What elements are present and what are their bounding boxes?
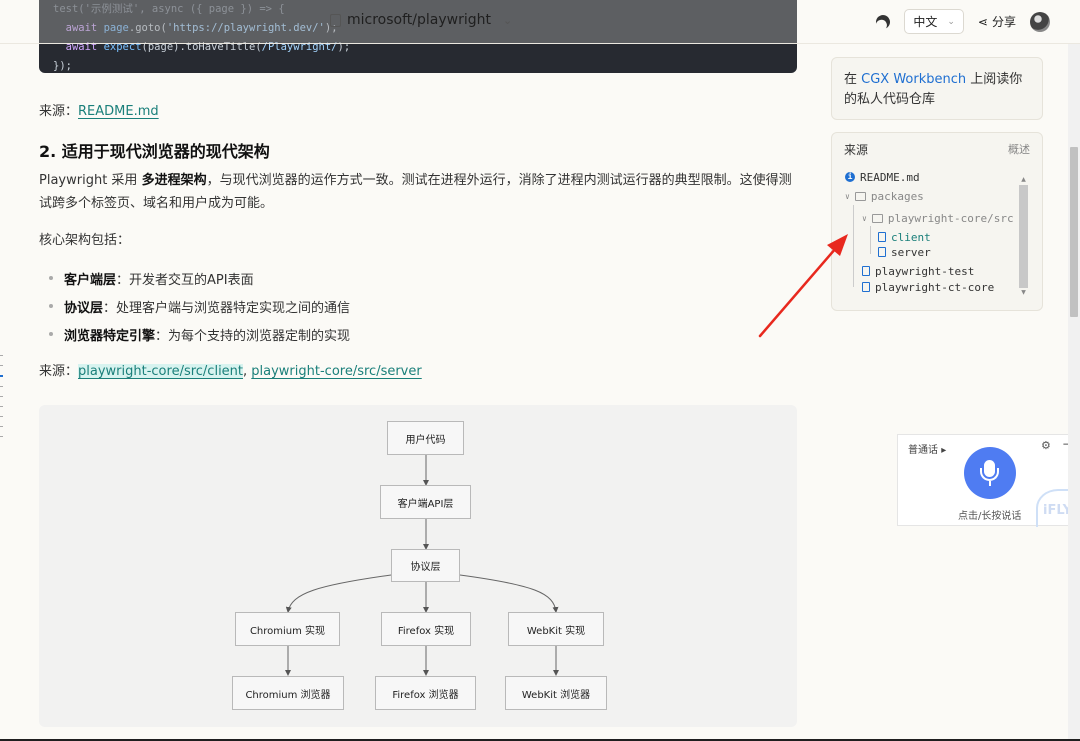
workbench-link[interactable]: CGX Workbench: [861, 72, 966, 87]
voice-hint: 点击/长按说话: [958, 511, 1022, 522]
node-client-api: 客户端API层: [380, 485, 471, 519]
top-header: microsoft/playwright ⌄ 中文 ⌄ ⋖ 分享: [0, 0, 1080, 44]
file-icon: [878, 232, 886, 242]
node-chromium-impl: Chromium 实现: [235, 612, 340, 646]
source-link-readme[interactable]: README.md: [78, 104, 159, 119]
caret-right-icon: ▸: [941, 445, 947, 456]
microphone-button[interactable]: [964, 447, 1016, 499]
tree-item-packages[interactable]: ∨ packages: [845, 188, 924, 204]
source-line-2: 来源：playwright-core/src/client, playwrigh…: [39, 360, 422, 379]
tree-item-label: playwright-ct-core: [875, 280, 995, 294]
bullet-bold: 协议层: [64, 300, 104, 316]
sources-panel: 来源 概述 i README.md ∨ packages ∨ playwright-c…: [831, 132, 1043, 311]
intro-text: 核心架构包括：: [39, 233, 131, 248]
voice-language-label: 普通话: [908, 445, 938, 456]
page-scroll-thumb[interactable]: [1070, 147, 1078, 317]
source-line-1: 来源：README.md: [39, 100, 159, 119]
bullet-dot: [49, 276, 53, 280]
tree-item-label: packages: [870, 189, 924, 203]
node-firefox-impl: Firefox 实现: [381, 612, 471, 646]
share-button[interactable]: ⋖ 分享: [978, 13, 1016, 30]
language-value: 中文: [913, 15, 938, 29]
chevron-down-icon: ∨: [862, 213, 867, 223]
bullet-dot: [49, 332, 53, 336]
microphone-icon-base: [980, 468, 999, 481]
node-firefox-browser: Firefox 浏览器: [375, 676, 476, 710]
chevron-down-icon: ⌄: [947, 16, 955, 27]
page-scrollbar[interactable]: [1068, 44, 1080, 741]
list-item: 客户端层 ：开发者交互的API表面: [49, 264, 350, 292]
file-icon: [862, 266, 870, 276]
list-item: 浏览器特定引擎 ：为每个支持的浏览器定制的实现: [49, 320, 350, 348]
bullet-bold: 客户端层: [64, 272, 117, 288]
section-title: 2. 适用于现代浏览器的现代架构: [39, 142, 270, 161]
tree-scrollbar[interactable]: ▲ ▼: [1019, 176, 1028, 297]
tree-item-label: server: [891, 245, 931, 259]
language-select[interactable]: 中文 ⌄: [904, 9, 964, 34]
node-chromium-browser: Chromium 浏览器: [232, 676, 344, 710]
paragraph-text-pre: Playwright 采用: [39, 173, 142, 188]
file-icon: [878, 247, 886, 257]
tree-item-label: README.md: [860, 170, 920, 184]
bullet-dot: [49, 304, 53, 308]
bullet-bold: 浏览器特定引擎: [64, 328, 156, 344]
repo-selector[interactable]: microsoft/playwright ⌄: [330, 12, 512, 28]
source-label: 来源：: [39, 104, 79, 119]
node-webkit-impl: WebKit 实现: [508, 612, 604, 646]
share-icon: ⋖: [977, 14, 988, 29]
chevron-down-icon: ∨: [845, 191, 850, 201]
bullet-text: ：为每个支持的浏览器定制的实现: [155, 328, 351, 344]
section-paragraph: Playwright 采用 多进程架构，与现代浏览器的运作方式一致。测试在进程外…: [39, 169, 797, 215]
source-label: 来源：: [39, 364, 79, 379]
tree-item-readme[interactable]: i README.md: [845, 169, 920, 185]
tree-guide: [853, 205, 854, 287]
avatar[interactable]: [1030, 11, 1050, 32]
source-link-client[interactable]: playwright-core/src/client: [78, 364, 244, 379]
tree-item-label: playwright-test: [875, 264, 975, 278]
scroll-up-icon[interactable]: ▲: [1019, 176, 1028, 183]
folder-icon: [871, 213, 883, 223]
repo-name: microsoft/playwright: [347, 12, 491, 28]
share-label: 分享: [991, 15, 1016, 29]
sources-title: 来源: [844, 143, 869, 157]
overview-link[interactable]: 概述: [1008, 141, 1030, 157]
tree-item-playwright-test[interactable]: playwright-test: [862, 263, 974, 279]
folder-icon: [854, 191, 866, 201]
info-icon: i: [845, 172, 855, 182]
architecture-diagram: 用户代码 客户端API层 协议层 Chromium 实现 Firefox 实现 …: [39, 405, 797, 727]
tree-item-client[interactable]: client: [878, 229, 931, 245]
bullet-text: ：开发者交互的API表面: [116, 272, 254, 288]
node-protocol: 协议层: [391, 549, 460, 582]
node-user-code: 用户代码: [387, 421, 464, 455]
workbench-card: 在 CGX Workbench 上阅读你的私人代码仓库: [831, 57, 1043, 120]
voice-language[interactable]: 普通话 ▸: [908, 441, 946, 456]
scroll-down-icon[interactable]: ▼: [1019, 289, 1028, 296]
chevron-down-icon: ⌄: [502, 13, 513, 27]
bullet-list: 客户端层 ：开发者交互的API表面 协议层 ：处理客户端与浏览器特定实现之间的通信 …: [49, 264, 350, 348]
voice-input-widget: 普通话 ▸ ⚙ − 点击/长按说话 iFLY: [897, 434, 1080, 527]
code-line-4: });: [53, 60, 72, 72]
tree-item-server[interactable]: server: [878, 244, 931, 260]
tree-item-label: client: [891, 230, 931, 244]
bookmark-icon: [330, 13, 341, 27]
tree-item-label: playwright-core/src: [887, 211, 1014, 225]
outline-ticks[interactable]: [0, 355, 3, 446]
list-item: 协议层 ：处理客户端与浏览器特定实现之间的通信: [49, 292, 350, 320]
tree-guide: [870, 226, 871, 254]
microphone-icon-stem: [989, 481, 991, 486]
source-link-server[interactable]: playwright-core/src/server: [251, 364, 421, 379]
file-icon: [862, 282, 870, 292]
bullet-text: ：处理客户端与浏览器特定实现之间的通信: [103, 300, 351, 316]
gear-icon[interactable]: ⚙: [1041, 439, 1051, 452]
tree-item-ct-core[interactable]: playwright-ct-core: [862, 279, 994, 295]
tree-item-core-src[interactable]: ∨ playwright-core/src: [862, 210, 1014, 226]
moon-icon[interactable]: [874, 12, 893, 31]
node-webkit-browser: WebKit 浏览器: [505, 676, 607, 710]
workbench-pre: 在: [844, 72, 862, 87]
scroll-thumb[interactable]: [1019, 185, 1028, 288]
paragraph-bold: 多进程架构: [141, 173, 207, 188]
